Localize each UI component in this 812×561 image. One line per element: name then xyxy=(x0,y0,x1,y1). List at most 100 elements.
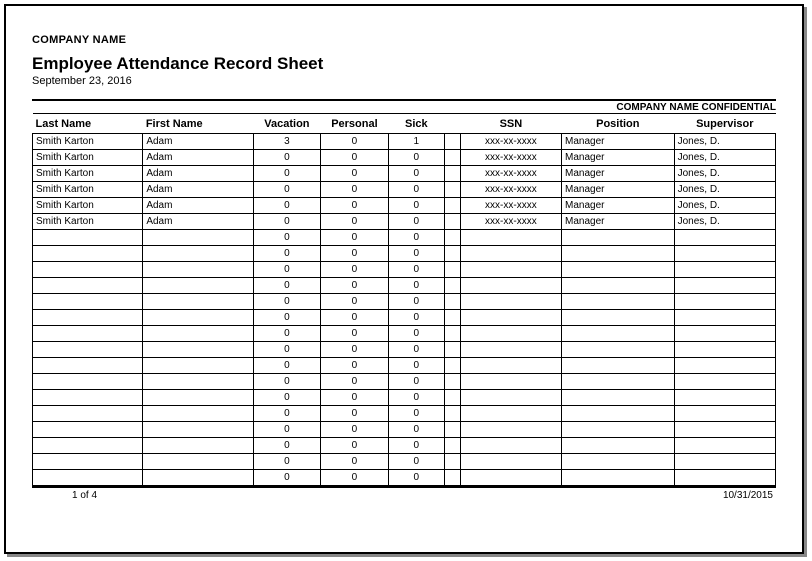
cell xyxy=(143,390,253,406)
confidential-label: COMPANY NAME CONFIDENTIAL xyxy=(32,99,776,113)
cell: Smith Karton xyxy=(33,150,143,166)
cell xyxy=(444,326,460,342)
cell: 0 xyxy=(321,230,389,246)
cell xyxy=(33,454,143,470)
cell: 0 xyxy=(388,422,444,438)
table-row: 000 xyxy=(33,326,776,342)
cell xyxy=(143,470,253,486)
cell xyxy=(444,198,460,214)
table-row: 000 xyxy=(33,246,776,262)
table-row: 000 xyxy=(33,422,776,438)
cell xyxy=(33,390,143,406)
col-personal: Personal xyxy=(321,114,389,134)
col-ssn: SSN xyxy=(460,114,561,134)
cell: 0 xyxy=(321,454,389,470)
cell: xxx-xx-xxxx xyxy=(460,150,561,166)
cell: 0 xyxy=(253,150,321,166)
table-row: Smith KartonAdam000xxx-xx-xxxxManagerJon… xyxy=(33,150,776,166)
attendance-table: Last Name First Name Vacation Personal S… xyxy=(32,113,776,486)
cell: 0 xyxy=(253,438,321,454)
cell xyxy=(562,294,675,310)
cell: Manager xyxy=(562,198,675,214)
cell: 0 xyxy=(321,390,389,406)
cell: 0 xyxy=(388,230,444,246)
cell xyxy=(143,374,253,390)
cell xyxy=(143,278,253,294)
cell xyxy=(143,438,253,454)
cell xyxy=(562,326,675,342)
cell: Jones, D. xyxy=(674,182,775,198)
cell xyxy=(143,246,253,262)
cell xyxy=(33,230,143,246)
cell: 0 xyxy=(253,230,321,246)
cell xyxy=(460,294,561,310)
cell xyxy=(143,358,253,374)
cell xyxy=(562,230,675,246)
table-row: 000 xyxy=(33,470,776,486)
cell xyxy=(674,262,775,278)
table-row: Smith KartonAdam301xxx-xx-xxxxManagerJon… xyxy=(33,134,776,150)
cell: Smith Karton xyxy=(33,198,143,214)
cell xyxy=(460,438,561,454)
table-row: Smith KartonAdam000xxx-xx-xxxxManagerJon… xyxy=(33,166,776,182)
cell xyxy=(674,278,775,294)
cell: Manager xyxy=(562,214,675,230)
cell xyxy=(444,262,460,278)
cell: 0 xyxy=(388,470,444,486)
cell xyxy=(562,422,675,438)
cell: 0 xyxy=(253,342,321,358)
cell xyxy=(444,342,460,358)
cell: 0 xyxy=(253,214,321,230)
cell: 0 xyxy=(321,150,389,166)
cell xyxy=(562,278,675,294)
cell xyxy=(444,358,460,374)
table-row: 000 xyxy=(33,438,776,454)
cell: Manager xyxy=(562,182,675,198)
cell: Adam xyxy=(143,134,253,150)
company-name: COMPANY NAME xyxy=(32,34,776,46)
cell: 0 xyxy=(253,390,321,406)
cell: 0 xyxy=(388,326,444,342)
cell xyxy=(460,278,561,294)
cell: 0 xyxy=(388,454,444,470)
cell xyxy=(674,438,775,454)
cell: 0 xyxy=(253,166,321,182)
cell xyxy=(33,326,143,342)
cell xyxy=(33,262,143,278)
cell: 0 xyxy=(321,470,389,486)
cell xyxy=(33,278,143,294)
cell: 0 xyxy=(321,358,389,374)
cell: 0 xyxy=(321,166,389,182)
cell: Manager xyxy=(562,134,675,150)
cell: xxx-xx-xxxx xyxy=(460,182,561,198)
table-body: Smith KartonAdam301xxx-xx-xxxxManagerJon… xyxy=(33,134,776,486)
table-row: Smith KartonAdam000xxx-xx-xxxxManagerJon… xyxy=(33,198,776,214)
cell xyxy=(33,342,143,358)
table-row: 000 xyxy=(33,294,776,310)
cell: 0 xyxy=(321,326,389,342)
cell xyxy=(562,470,675,486)
cell: 0 xyxy=(321,374,389,390)
cell: 0 xyxy=(253,278,321,294)
cell: Adam xyxy=(143,214,253,230)
table-row: 000 xyxy=(33,278,776,294)
cell xyxy=(460,406,561,422)
cell: 0 xyxy=(253,262,321,278)
cell: Adam xyxy=(143,166,253,182)
cell xyxy=(562,246,675,262)
cell: Jones, D. xyxy=(674,150,775,166)
cell xyxy=(674,246,775,262)
table-row: Smith KartonAdam000xxx-xx-xxxxManagerJon… xyxy=(33,214,776,230)
cell: 0 xyxy=(253,326,321,342)
cell: 0 xyxy=(321,198,389,214)
cell: 0 xyxy=(253,246,321,262)
document-date: September 23, 2016 xyxy=(32,75,776,87)
col-supervisor: Supervisor xyxy=(674,114,775,134)
cell: Smith Karton xyxy=(33,134,143,150)
col-sick: Sick xyxy=(388,114,444,134)
cell: 0 xyxy=(253,422,321,438)
table-row: Smith KartonAdam000xxx-xx-xxxxManagerJon… xyxy=(33,182,776,198)
cell xyxy=(444,310,460,326)
cell: Adam xyxy=(143,182,253,198)
cell xyxy=(674,310,775,326)
